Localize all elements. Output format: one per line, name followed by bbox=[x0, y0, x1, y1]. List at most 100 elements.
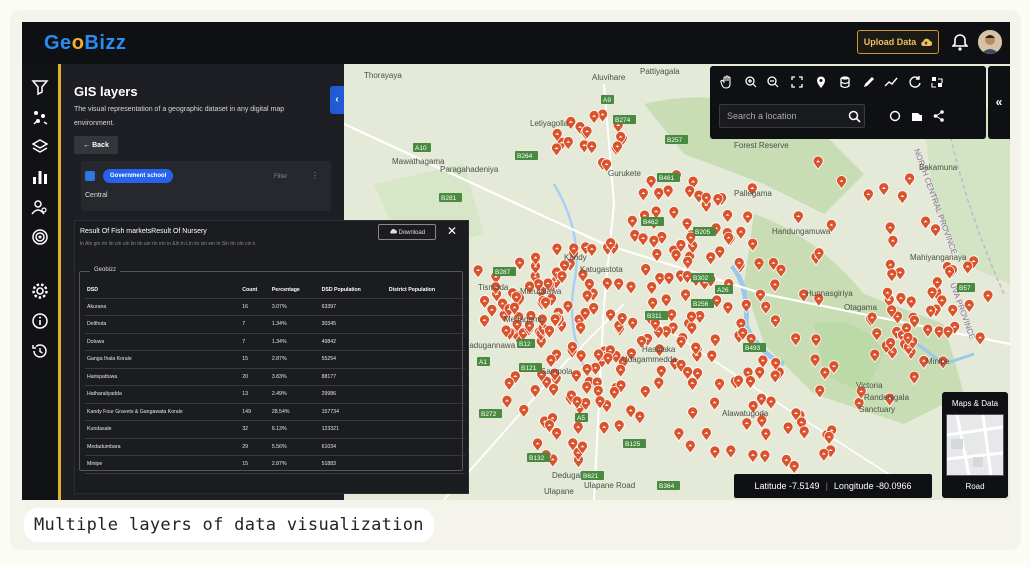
download-button[interactable]: Download bbox=[378, 224, 436, 240]
road-label: B125 bbox=[625, 441, 641, 448]
filter-button[interactable]: Filter bbox=[274, 174, 287, 180]
longitude-value: Longitude -80.0966 bbox=[833, 481, 912, 491]
map-label: Pallegama bbox=[734, 189, 772, 198]
info-icon[interactable] bbox=[31, 312, 49, 330]
upload-data-button[interactable]: Upload Data bbox=[857, 30, 939, 54]
refresh-icon[interactable] bbox=[908, 75, 922, 89]
map-label: Sanctuary bbox=[859, 405, 895, 414]
geobizz-logo[interactable]: GeoBizz bbox=[44, 32, 126, 55]
pencil-icon[interactable] bbox=[862, 75, 876, 89]
table-cell: Doluwa bbox=[85, 333, 241, 351]
filter-icon[interactable] bbox=[31, 78, 49, 96]
table-row[interactable]: Ganga Ihala Korale 15 2.87% 55254 bbox=[85, 350, 465, 369]
road-shield: B132 bbox=[527, 453, 550, 462]
location-search-field[interactable] bbox=[719, 104, 865, 128]
close-icon[interactable]: ✕ bbox=[447, 224, 457, 238]
table-cell: Ganga Ihala Korale bbox=[85, 350, 241, 369]
map-label: Aluvihare bbox=[592, 73, 626, 82]
settings-icon[interactable] bbox=[31, 282, 49, 300]
layer-checkbox[interactable] bbox=[85, 171, 95, 181]
maps-data-title: Maps & Data bbox=[951, 399, 999, 408]
target-icon[interactable] bbox=[31, 228, 49, 246]
map-label: Randenigala bbox=[864, 393, 909, 402]
user-search-icon[interactable] bbox=[31, 198, 49, 216]
map-mode-label: Road bbox=[965, 482, 985, 491]
map-label: Murutalawa bbox=[520, 287, 562, 296]
panel-title: GIS layers bbox=[74, 84, 138, 99]
table-cell: 5.56% bbox=[269, 438, 320, 456]
layer-card: Government school Filter ⋮ Central bbox=[81, 161, 331, 211]
table-cell: 157734 bbox=[319, 403, 387, 421]
zoom-in-icon[interactable] bbox=[744, 75, 758, 89]
table-row[interactable]: Minipe 15 2.87% 51883 bbox=[85, 455, 465, 474]
table-cell: 55254 bbox=[319, 350, 387, 369]
map-label: Victoria bbox=[856, 381, 883, 390]
map-label: Bakamuna bbox=[919, 163, 958, 172]
share-icon[interactable] bbox=[932, 109, 946, 123]
road-shield: B621 bbox=[581, 471, 604, 480]
fullscreen-icon[interactable] bbox=[790, 75, 804, 89]
table-cell: 149 bbox=[240, 403, 270, 421]
bell-icon[interactable] bbox=[952, 33, 968, 51]
road-label: B493 bbox=[745, 345, 761, 352]
top-bar: GeoBizz Upload Data bbox=[22, 22, 1010, 64]
circle-icon[interactable] bbox=[888, 109, 902, 123]
layers-stack-icon[interactable] bbox=[910, 109, 924, 123]
coordinate-readout: Latitude -7.5149 | Longitude -80.0966 bbox=[734, 474, 932, 498]
table-row[interactable]: Akurana 16 3.07% 63397 bbox=[85, 298, 465, 316]
hand-icon[interactable] bbox=[720, 75, 734, 89]
table-cell: 49842 bbox=[319, 333, 387, 351]
pin-icon[interactable] bbox=[814, 75, 828, 89]
road-label: B205 bbox=[695, 229, 711, 236]
table-cell: Kundasale bbox=[85, 420, 241, 439]
road-shield: B256 bbox=[691, 299, 714, 308]
table-row[interactable]: Delthota 7 1.34% 30345 bbox=[85, 315, 465, 334]
map-toolbox bbox=[710, 66, 986, 139]
road-label: A26 bbox=[717, 287, 729, 294]
map-label: Gurukete bbox=[608, 169, 641, 178]
road-shield: B272 bbox=[479, 409, 502, 418]
table-cell: Delthota bbox=[85, 315, 241, 334]
map-label: Handungamuwa bbox=[772, 227, 831, 236]
user-avatar[interactable] bbox=[978, 30, 1002, 54]
table-row[interactable]: Hatharaliyadda 13 2.49% 29986 bbox=[85, 385, 465, 404]
road-shield: A5 bbox=[575, 413, 588, 422]
table-row[interactable]: Medadumbara 29 5.56% 61034 bbox=[85, 438, 465, 456]
layer-menu-icon[interactable]: ⋮ bbox=[311, 171, 319, 180]
maps-and-data-widget[interactable]: Maps & Data Road bbox=[942, 392, 1008, 498]
collapse-panel-button[interactable]: ‹ bbox=[330, 86, 344, 114]
search-icon[interactable] bbox=[848, 110, 861, 123]
table-cell: 15 bbox=[240, 455, 270, 474]
chart-line-icon[interactable] bbox=[884, 75, 898, 89]
table-cell: 61034 bbox=[319, 438, 387, 456]
back-button[interactable]: ← Back bbox=[74, 136, 118, 154]
data-layers-icon[interactable] bbox=[31, 108, 49, 126]
road-shield: B302 bbox=[691, 273, 714, 282]
table-row[interactable]: Doluwa 7 1.34% 49842 bbox=[85, 333, 465, 351]
location-search-input[interactable] bbox=[720, 105, 844, 127]
table-cell: 29986 bbox=[319, 385, 387, 404]
history-icon[interactable] bbox=[31, 342, 49, 360]
road-label: B462 bbox=[643, 219, 659, 226]
road-shield: B287 bbox=[493, 267, 516, 276]
bar-chart-icon[interactable] bbox=[31, 168, 49, 186]
road-shield: A1 bbox=[477, 357, 490, 366]
road-shield: B462 bbox=[641, 217, 664, 226]
table-row[interactable]: Kandy Four Gravets & Gangawata Korale 149… bbox=[85, 403, 465, 421]
road-label: A1 bbox=[479, 359, 487, 366]
expand-right-panel-button[interactable]: « bbox=[988, 66, 1010, 139]
table-cell: Akurana bbox=[85, 298, 241, 316]
road-map-thumbnail[interactable] bbox=[946, 414, 1004, 476]
map-label: Hasalaka bbox=[642, 345, 676, 354]
table-row[interactable]: Kundasale 32 6.13% 123321 bbox=[85, 420, 465, 439]
table-cell bbox=[386, 368, 465, 386]
road-label: B621 bbox=[583, 473, 599, 480]
table-cell: 7 bbox=[240, 315, 270, 334]
table-row[interactable]: Harispattuwa 20 3.83% 88177 bbox=[85, 368, 465, 386]
database-icon[interactable] bbox=[838, 75, 852, 89]
layer-chip[interactable]: Government school bbox=[103, 169, 174, 183]
expand-icon[interactable] bbox=[930, 75, 944, 89]
zoom-out-icon[interactable] bbox=[766, 75, 780, 89]
layers-icon[interactable] bbox=[31, 138, 49, 156]
road-label: B132 bbox=[529, 455, 545, 462]
